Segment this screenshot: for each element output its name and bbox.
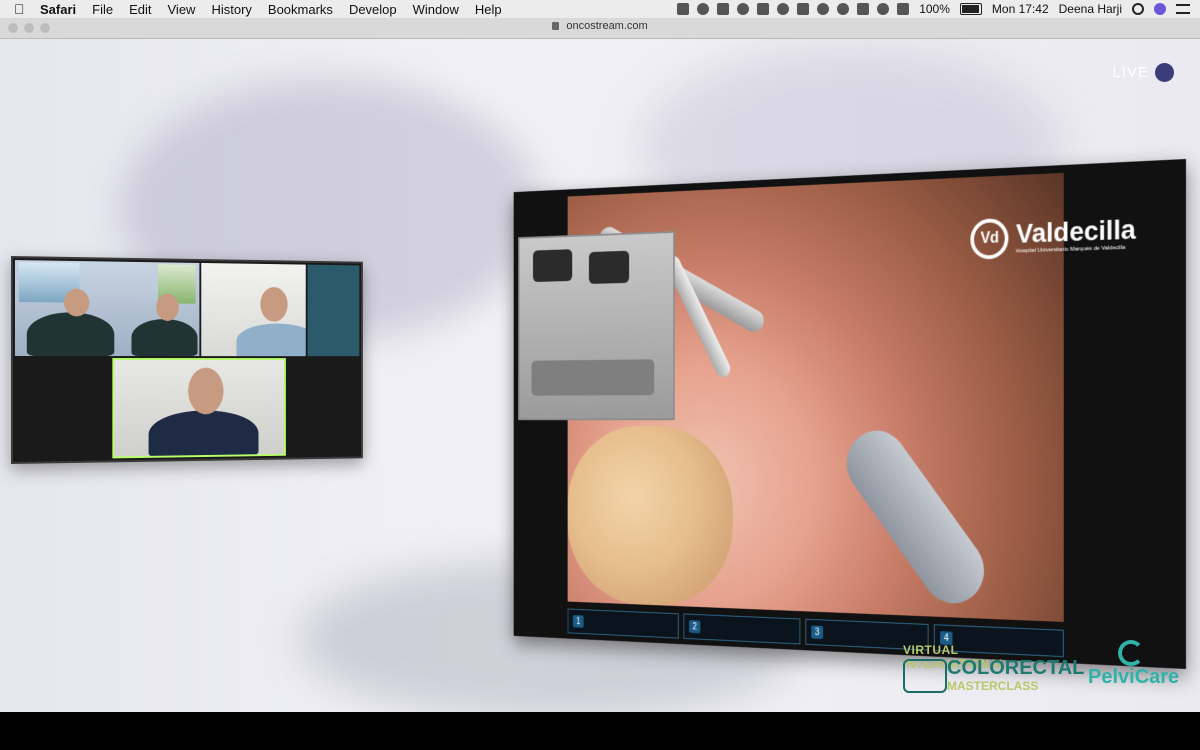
participant-tile-active-speaker[interactable]	[112, 358, 286, 459]
menu-view[interactable]: View	[168, 2, 196, 17]
masterclass-line3: MASTERCLASS	[947, 679, 1039, 693]
participant-head	[260, 286, 288, 322]
menubar-right: 100% Mon 17:42 Deena Harji	[677, 0, 1190, 18]
safari-titlebar: oncostream.com	[0, 18, 1200, 39]
zoom-icon[interactable]	[677, 3, 690, 15]
surgery-video[interactable]: Vd Valdecilla Hospital Universitario Mar…	[513, 159, 1186, 669]
pelvicare-name: PelviCare	[1088, 666, 1180, 688]
user-name[interactable]: Deena Harji	[1059, 2, 1122, 16]
menu-history[interactable]: History	[211, 2, 251, 17]
live-indicator: LIVE	[1112, 63, 1174, 82]
search-icon[interactable]	[1132, 3, 1144, 15]
circle-icon[interactable]	[817, 3, 830, 15]
participant-tile[interactable]	[201, 262, 306, 357]
lock-icon	[552, 22, 560, 30]
robot-console	[531, 359, 655, 396]
masterclass-icon	[903, 659, 947, 693]
robot-arm	[532, 249, 573, 283]
dropbox-icon[interactable]	[717, 3, 730, 15]
participant	[26, 312, 115, 357]
step-number: 2	[689, 620, 701, 634]
menu-bookmarks[interactable]: Bookmarks	[268, 2, 333, 17]
siri-icon[interactable]	[1154, 3, 1166, 15]
time-machine-icon[interactable]	[837, 3, 850, 15]
operating-room-inset	[518, 231, 675, 421]
stream-stage: LIVE Vd Valdecilla Hospital Universitari…	[0, 39, 1200, 712]
menu-help[interactable]: Help	[475, 2, 502, 17]
status-icons	[677, 3, 910, 15]
sync-icon[interactable]	[737, 3, 750, 15]
apple-logo-icon[interactable]: 	[14, 1, 30, 17]
surgical-instrument	[834, 417, 997, 617]
masterclass-logo: VIRTUAL INTERNATIONAL COLORECTAL MASTERC…	[903, 641, 1084, 701]
m-icon[interactable]	[757, 3, 770, 15]
participant	[236, 323, 306, 357]
participant-head	[188, 367, 224, 415]
wifi-icon[interactable]	[877, 3, 890, 15]
pelvicare-logo: PelviCare	[1086, 640, 1186, 695]
control-center-icon[interactable]	[1176, 4, 1190, 14]
participant-tile[interactable]	[14, 260, 200, 357]
live-label: LIVE	[1112, 64, 1149, 81]
live-dot-icon	[1155, 63, 1174, 82]
hospital-name: Valdecilla	[1016, 213, 1136, 249]
participant-head	[64, 288, 90, 317]
volume-icon[interactable]	[897, 3, 910, 15]
battery-percent[interactable]: 100%	[919, 2, 950, 16]
step-number: 3	[811, 625, 824, 640]
menu-file[interactable]: File	[92, 2, 113, 17]
participant-head	[156, 293, 179, 322]
black-bottom-strip	[0, 712, 1200, 750]
pelvicare-swirl-icon	[1118, 640, 1144, 666]
participant-tile[interactable]	[307, 264, 360, 357]
clock[interactable]: Mon 17:42	[992, 2, 1049, 16]
robot-arm	[588, 250, 630, 284]
tissue-area	[567, 425, 733, 609]
video-call-grid[interactable]	[11, 256, 363, 464]
activity-icon[interactable]	[697, 3, 710, 15]
participant	[131, 318, 198, 357]
address-url[interactable]: oncostream.com	[566, 20, 647, 32]
procedure-step: 1	[567, 608, 679, 639]
menu-edit[interactable]: Edit	[129, 2, 151, 17]
hospital-logo: Vd Valdecilla Hospital Universitario Mar…	[970, 213, 1136, 260]
menu-safari[interactable]: Safari	[40, 2, 76, 17]
step-number: 1	[572, 614, 584, 628]
masterclass-line2: COLORECTAL	[947, 657, 1085, 679]
address-bar[interactable]: oncostream.com	[0, 20, 1200, 32]
menu-window[interactable]: Window	[413, 2, 459, 17]
hospital-logo-text: Valdecilla Hospital Universitario Marqué…	[1016, 213, 1136, 255]
battery-icon[interactable]	[959, 3, 982, 15]
menu-develop[interactable]: Develop	[349, 2, 397, 17]
participant	[148, 409, 259, 458]
vpn-icon[interactable]	[797, 3, 810, 15]
shield-icon[interactable]	[777, 3, 790, 15]
bluetooth-icon[interactable]	[857, 3, 870, 15]
procedure-step: 2	[683, 613, 801, 645]
macos-menubar:  Safari File Edit View History Bookmark…	[0, 0, 1200, 18]
hospital-mark-icon: Vd	[970, 217, 1009, 260]
